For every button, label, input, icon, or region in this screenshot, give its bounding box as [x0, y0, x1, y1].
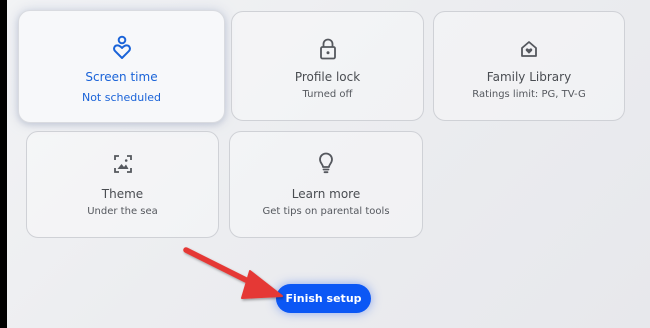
screen-time-status: Not scheduled [81, 91, 162, 104]
lock-icon [319, 38, 336, 60]
family-library-status: Ratings limit: PG, TV-G [472, 89, 586, 100]
profile-lock-title: Profile lock [294, 70, 361, 84]
family-library-title: Family Library [486, 70, 572, 84]
lightbulb-icon [319, 152, 333, 174]
theme-status: Under the sea [87, 206, 158, 217]
learn-more-status: Get tips on parental tools [262, 206, 390, 217]
screen-time-icon [112, 35, 131, 59]
learn-more-title: Learn more [291, 187, 361, 201]
theme-card[interactable]: Theme Under the sea [26, 131, 219, 238]
family-library-card[interactable]: Family Library Ratings limit: PG, TV-G [433, 11, 625, 121]
finish-setup-button[interactable]: Finish setup [276, 284, 371, 313]
screen-time-title: Screen time [85, 70, 158, 84]
family-library-icon [521, 41, 537, 57]
screen-time-card[interactable]: Screen time Not scheduled [18, 10, 225, 123]
parental-controls-screen: Screen time Not scheduled Profile lock T… [7, 0, 650, 328]
theme-title: Theme [101, 187, 144, 201]
theme-icon [113, 155, 132, 173]
profile-lock-card[interactable]: Profile lock Turned off [231, 11, 424, 121]
learn-more-card[interactable]: Learn more Get tips on parental tools [229, 131, 423, 238]
profile-lock-status: Turned off [302, 89, 353, 100]
